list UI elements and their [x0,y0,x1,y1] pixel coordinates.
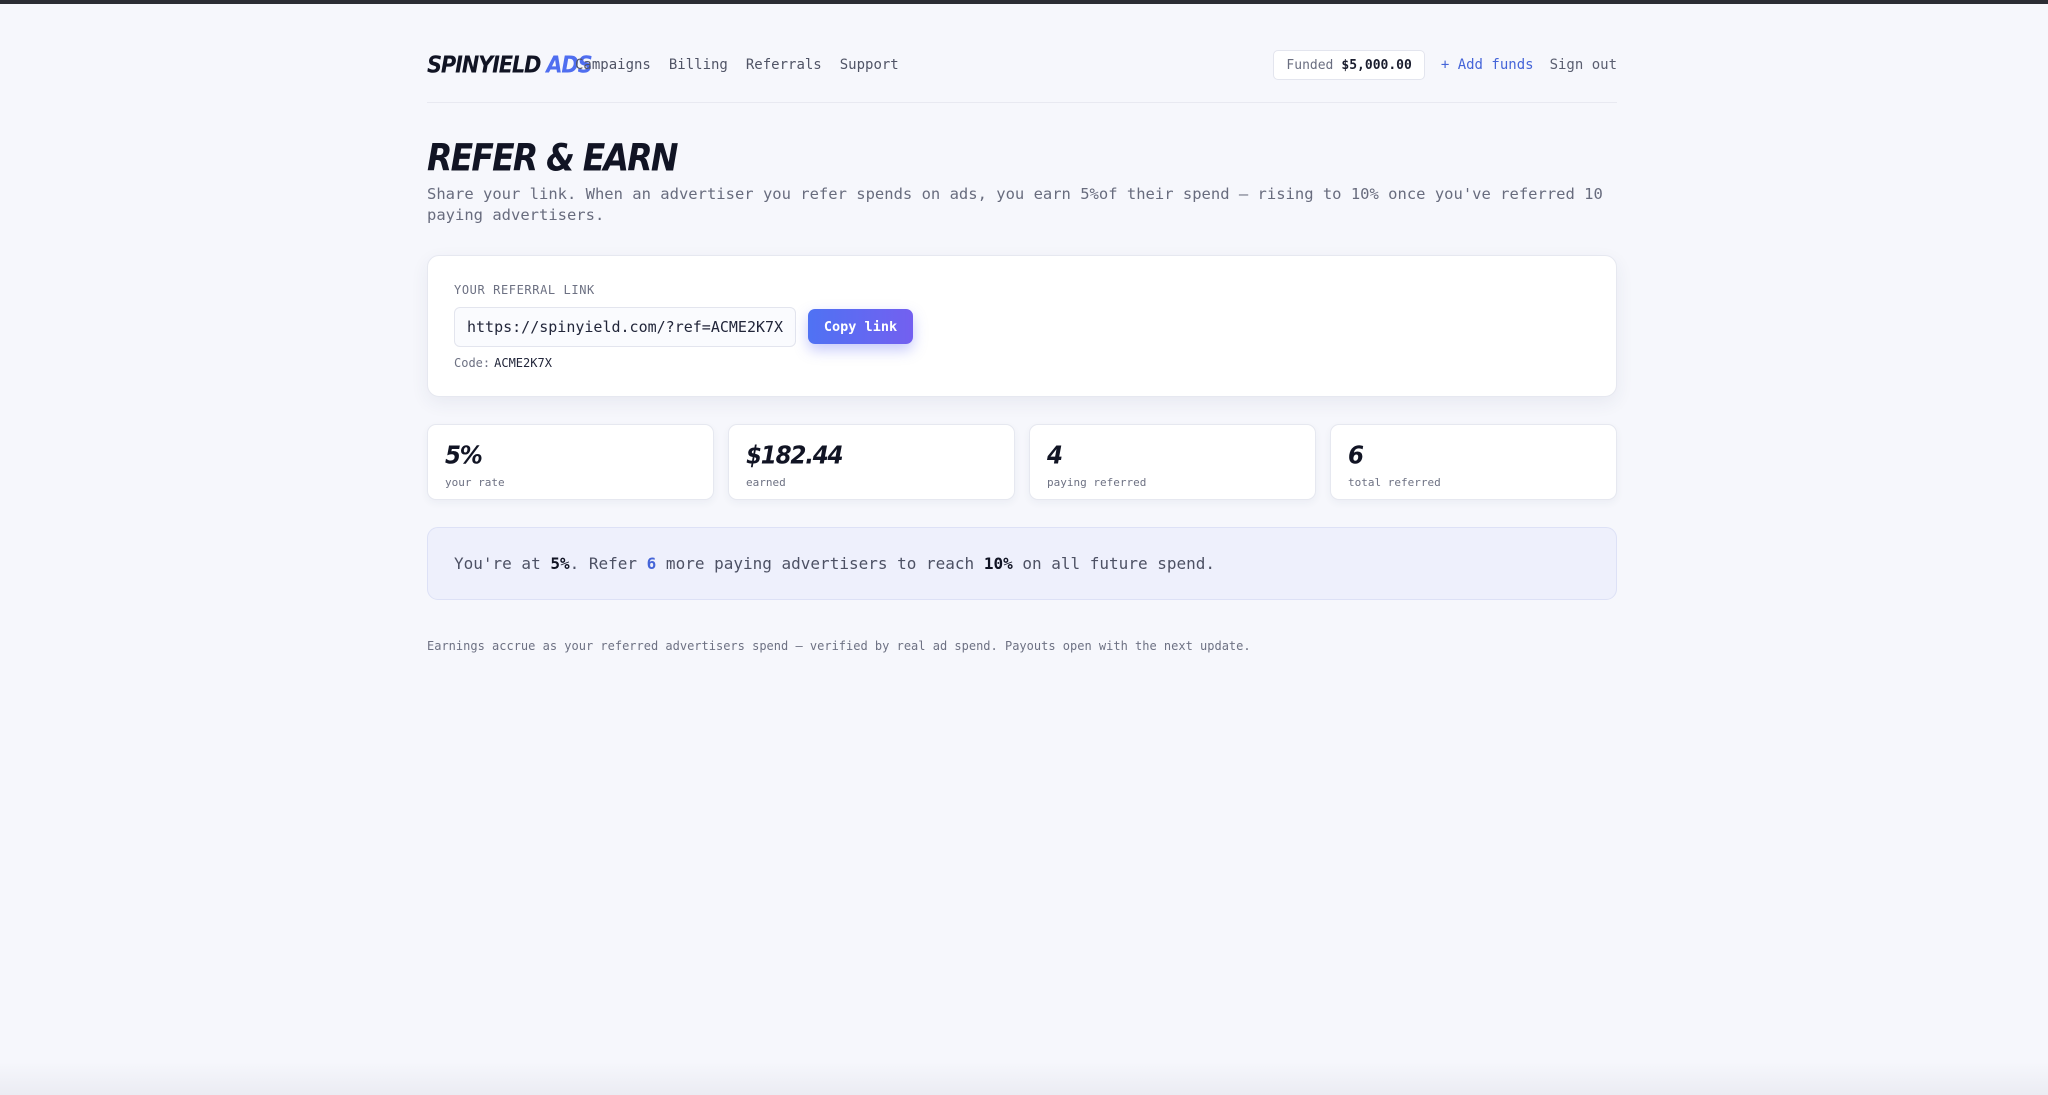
remaining-count: 6 [646,554,657,573]
bottom-shade [0,1062,2048,1095]
brand-logo[interactable]: SPINYIELD ADS [427,49,593,82]
stat-card-total-referred: 6 total referred [1330,424,1617,500]
stat-card-paying-referred: 4 paying referred [1029,424,1316,500]
header-actions: Funded $5,000.00 + Add funds Sign out [1273,50,1617,80]
referral-link-input[interactable] [454,307,796,347]
funded-amount: $5,000.00 [1341,57,1412,73]
copy-link-button[interactable]: Copy link [808,309,913,344]
referral-link-label: YOUR REFERRAL LINK [454,283,595,297]
stat-label: earned [746,476,786,489]
stat-label: your rate [445,476,505,489]
funded-label: Funded [1286,57,1334,73]
referral-code-value: ACME2K7X [494,356,552,370]
stat-card-rate: 5% your rate [427,424,714,500]
stat-value: 5% [445,441,483,471]
logo-text: SPINYIELD [427,51,542,79]
referral-code-row: Code: ACME2K7X [454,355,552,371]
funded-balance-badge: Funded $5,000.00 [1273,50,1425,80]
progress-text-4: on all future spend. [1012,554,1216,573]
referral-code-label: Code: [454,356,491,370]
page-title: REFER & EARN [427,135,679,180]
header-divider [427,102,1617,103]
app-header: SPINYIELD ADS Campaigns Billing Referrals… [427,50,1617,80]
earnings-footnote: Earnings accrue as your referred adverti… [427,639,1251,653]
stat-value: $182.44 [746,441,844,471]
target-rate: 10% [983,554,1013,573]
progress-text-2: . Refer [569,554,647,573]
nav-campaigns[interactable]: Campaigns [575,50,651,80]
stat-value: 4 [1047,441,1063,471]
current-rate: 5% [550,554,570,573]
stat-card-earned: $182.44 earned [728,424,1015,500]
nav-billing[interactable]: Billing [669,50,728,80]
sign-out-link[interactable]: Sign out [1550,57,1617,73]
stat-label: total referred [1348,476,1441,489]
stat-label: paying referred [1047,476,1147,489]
main-nav: Campaigns Billing Referrals Support [575,50,899,80]
referral-link-card: YOUR REFERRAL LINK Copy link Code:ACME2K… [427,255,1617,397]
add-funds-link[interactable]: + Add funds [1441,57,1534,73]
top-accent-bar [0,0,2048,4]
page-subtitle: Share your link. When an advertiser you … [427,185,1603,224]
stat-value: 6 [1348,441,1364,471]
progress-text-1: You're at [454,554,551,573]
progress-text-3: more paying advertisers to reach [656,554,984,573]
nav-referrals[interactable]: Referrals [746,50,822,80]
progress-banner: You're at 5%. Refer 6 more paying advert… [427,527,1617,600]
nav-support[interactable]: Support [840,50,899,80]
